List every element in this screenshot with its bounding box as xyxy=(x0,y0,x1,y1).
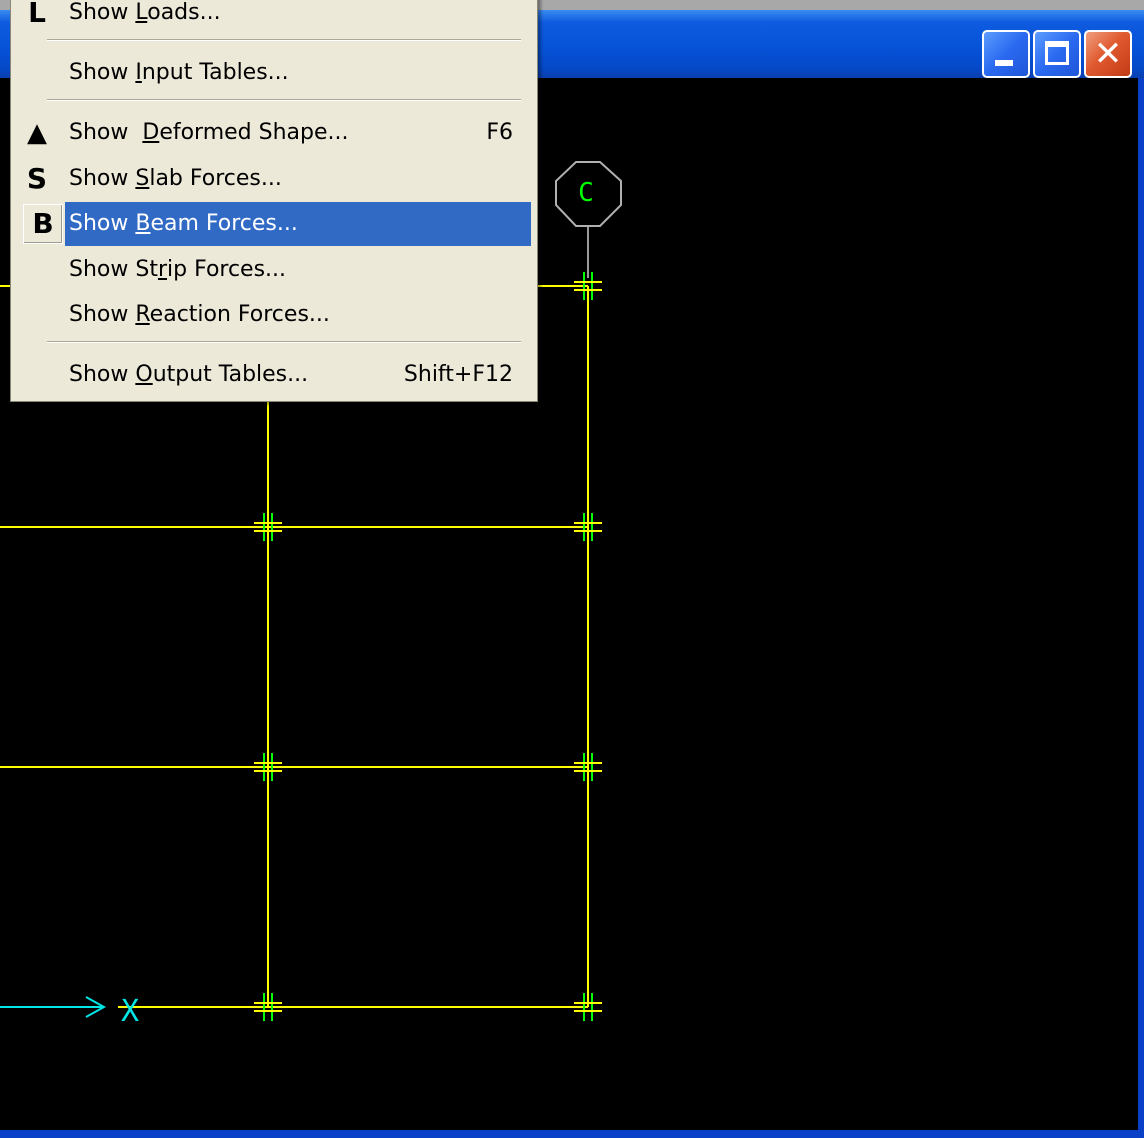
menu-item-show-beam-forces[interactable]: B Show Beam Forces... xyxy=(17,202,533,246)
window-right-border xyxy=(1138,78,1144,1138)
window-bottom-border xyxy=(0,1130,1144,1138)
menu-item-show-deformed-shape[interactable]: ▲ Show Deformed Shape... F6 xyxy=(17,111,533,155)
menu-separator xyxy=(47,341,521,343)
deformed-shape-icon: ▲ xyxy=(27,118,47,148)
menu-item-show-loads[interactable]: L Show Loads... xyxy=(17,0,533,35)
display-menu: L Show Loads... Show Input Tables... ▲ S… xyxy=(10,0,538,402)
menu-item-show-output-tables[interactable]: Show Output Tables... Shift+F12 xyxy=(17,353,533,397)
window-controls: ✕ xyxy=(982,30,1132,78)
menu-item-show-input-tables[interactable]: Show Input Tables... xyxy=(17,51,533,95)
menu-separator xyxy=(47,39,521,41)
minimize-button[interactable] xyxy=(982,30,1030,78)
maximize-button[interactable] xyxy=(1033,30,1081,78)
app-window: ✕ C X L Show Loads... Show Input Tables.… xyxy=(0,0,1144,1138)
menu-item-show-reaction-forces[interactable]: Show Reaction Forces... xyxy=(17,293,533,337)
shortcut-f6: F6 xyxy=(486,120,513,145)
maximize-icon xyxy=(1045,41,1069,65)
x-axis xyxy=(0,996,107,1018)
close-button[interactable]: ✕ xyxy=(1084,30,1132,78)
x-axis-label: X xyxy=(121,994,139,1029)
shortcut-shift-f12: Shift+F12 xyxy=(403,362,513,387)
minimize-icon xyxy=(995,60,1013,66)
menu-separator xyxy=(47,99,521,101)
grid-bubble-label: C xyxy=(578,178,594,208)
beam-forces-icon: B xyxy=(23,204,63,244)
loads-icon: L xyxy=(28,0,46,29)
menu-item-show-strip-forces[interactable]: Show Strip Forces... xyxy=(17,248,533,292)
close-icon: ✕ xyxy=(1093,34,1123,74)
slab-forces-icon: S xyxy=(26,162,48,195)
menu-item-show-slab-forces[interactable]: S Show Slab Forces... xyxy=(17,157,533,201)
